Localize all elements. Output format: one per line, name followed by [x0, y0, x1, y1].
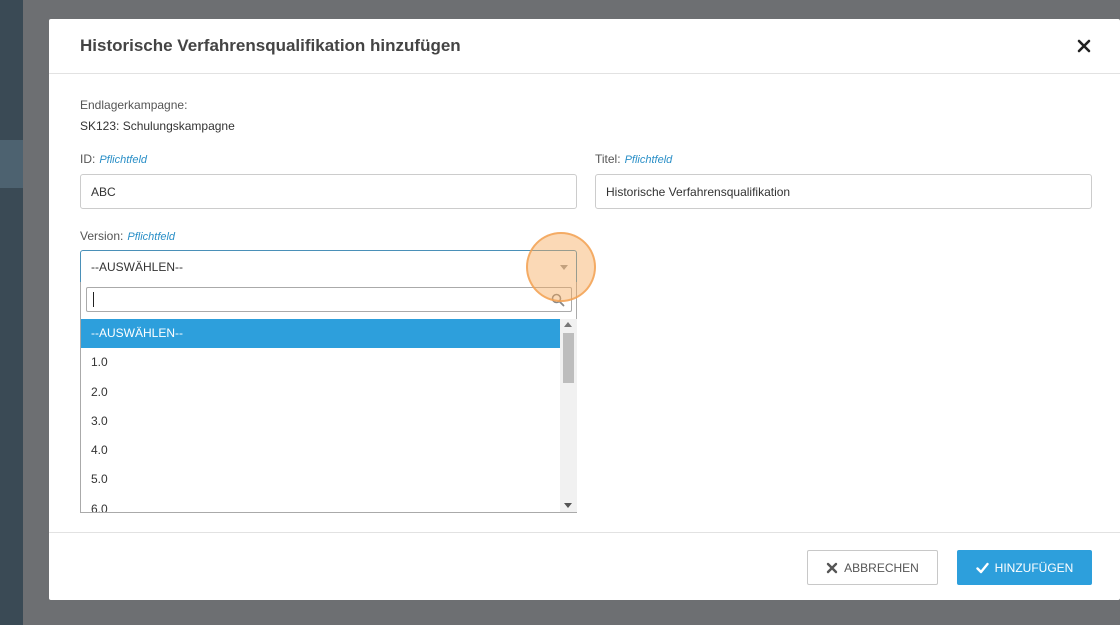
- campaign-label: Endlagerkampagne:: [80, 98, 188, 112]
- id-label-text: ID:: [80, 152, 96, 166]
- cancel-button[interactable]: ABBRECHEN: [807, 550, 938, 585]
- version-option[interactable]: --AUSWÄHLEN--: [81, 319, 560, 349]
- version-option[interactable]: 6.0: [81, 495, 560, 512]
- version-option[interactable]: 4.0: [81, 436, 560, 465]
- version-search-wrapper: [86, 287, 572, 312]
- dropdown-scrollbar[interactable]: [560, 319, 577, 512]
- version-option[interactable]: 1.0: [81, 348, 560, 377]
- version-required-hint: Pflichtfeld: [127, 231, 176, 243]
- id-input[interactable]: [80, 174, 577, 209]
- title-input[interactable]: [595, 174, 1092, 209]
- title-label: Titel: Pflichtfeld: [595, 152, 672, 166]
- id-label: ID: Pflichtfeld: [80, 152, 147, 166]
- title-required-hint: Pflichtfeld: [624, 154, 673, 166]
- version-select[interactable]: --AUSWÄHLEN--: [80, 250, 577, 283]
- cancel-button-label: ABBRECHEN: [844, 560, 919, 575]
- dialog-footer: ABBRECHEN HINZUFÜGEN: [49, 532, 1120, 600]
- version-select-value: --AUSWÄHLEN--: [91, 260, 183, 274]
- x-icon: [826, 562, 838, 573]
- check-icon: [975, 562, 989, 573]
- version-options-list: --AUSWÄHLEN-- 1.0 2.0 3.0 4.0 5.0 6.0: [81, 319, 560, 512]
- dialog-header: Historische Verfahrensqualifikation hinz…: [49, 19, 1120, 74]
- background-sidebar: [0, 0, 23, 625]
- background-sidebar-active-item: [0, 140, 23, 188]
- version-label: Version: Pflichtfeld: [80, 229, 175, 243]
- version-dropdown: --AUSWÄHLEN-- 1.0 2.0 3.0 4.0 5.0 6.0: [80, 282, 577, 513]
- add-procedure-qualification-dialog: Historische Verfahrensqualifikation hinz…: [49, 19, 1120, 600]
- dialog-title: Historische Verfahrensqualifikation hinz…: [80, 36, 461, 55]
- text-cursor: [93, 292, 94, 307]
- scroll-up-icon[interactable]: [564, 322, 572, 327]
- version-option[interactable]: 2.0: [81, 378, 560, 407]
- search-icon: [551, 293, 565, 307]
- version-option[interactable]: 3.0: [81, 407, 560, 436]
- add-button[interactable]: HINZUFÜGEN: [957, 550, 1092, 585]
- scrollbar-thumb[interactable]: [563, 333, 574, 383]
- add-button-label: HINZUFÜGEN: [994, 560, 1074, 575]
- title-label-text: Titel:: [595, 152, 621, 166]
- scroll-down-icon[interactable]: [564, 503, 572, 508]
- campaign-value: SK123: Schulungskampagne: [80, 119, 235, 133]
- chevron-down-icon[interactable]: [560, 265, 568, 270]
- close-icon[interactable]: [1076, 38, 1092, 54]
- id-required-hint: Pflichtfeld: [99, 154, 148, 166]
- version-label-text: Version:: [80, 229, 124, 243]
- version-option[interactable]: 5.0: [81, 465, 560, 494]
- version-search-input[interactable]: [87, 288, 547, 311]
